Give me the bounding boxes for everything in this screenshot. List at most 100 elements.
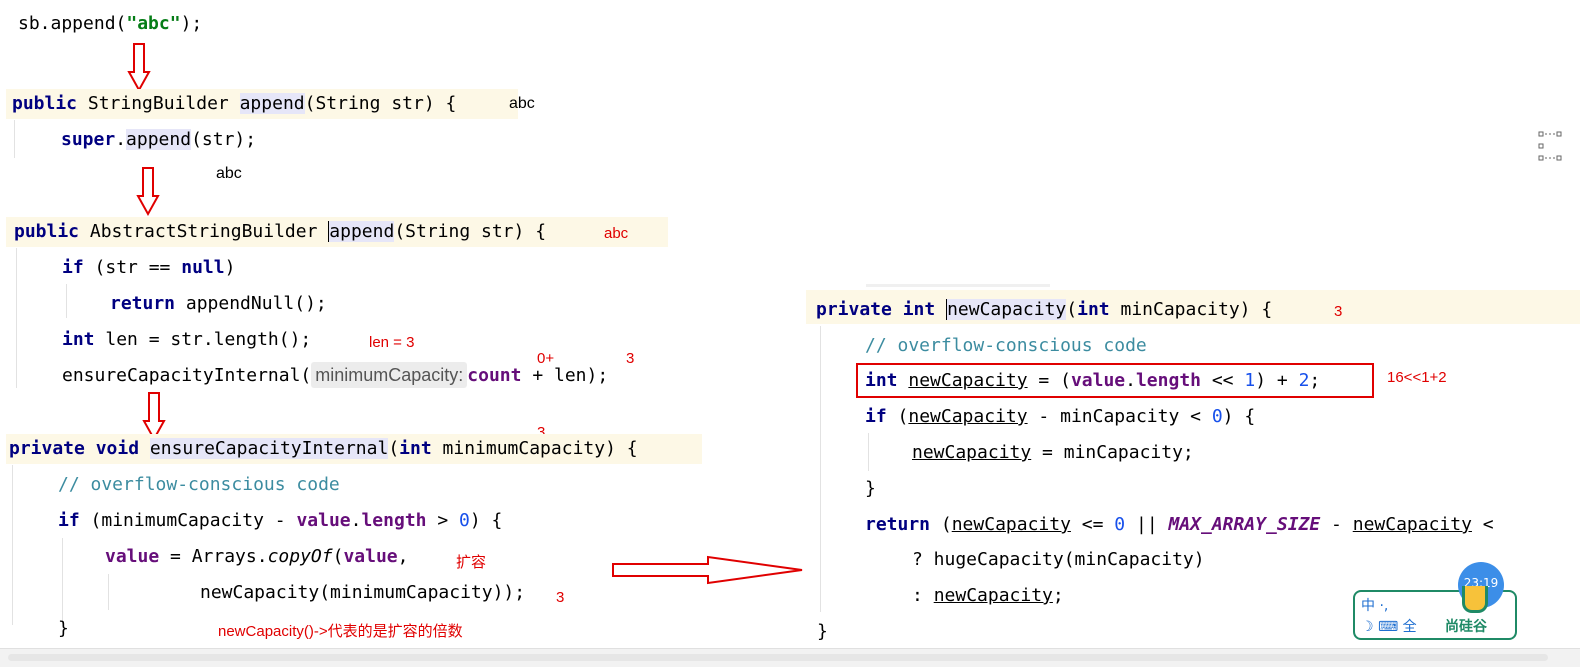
code-token: ||	[1125, 514, 1169, 535]
code-token: ) {	[1222, 406, 1256, 427]
code-number: 1	[1244, 370, 1256, 391]
annotation-abc-2: abc	[216, 165, 242, 182]
code-keyword: super	[61, 129, 116, 150]
code-token: ;	[1052, 585, 1064, 606]
code-token: ) +	[1255, 370, 1299, 391]
code-token: (	[388, 438, 400, 459]
code-field: length	[361, 510, 427, 531]
code-field: length	[1135, 370, 1201, 391]
down-arrow-1	[127, 43, 151, 93]
code-token: (minimumCapacity -	[79, 510, 297, 531]
code-token: ensureCapacityInternal(	[62, 365, 312, 386]
code-field: value	[343, 546, 398, 567]
method-name: newCapacity	[946, 299, 1067, 320]
code-line-ensure-call: ensureCapacityInternal(minimumCapacity: c…	[62, 362, 608, 390]
code-line-if-close: }	[865, 478, 876, 499]
code-keyword: if	[865, 406, 887, 427]
code-line-new-capacity: int newCapacity = (value.length << 1) + …	[865, 367, 1320, 395]
code-token: >	[426, 510, 460, 531]
parameter-hint: minimumCapacity:	[311, 362, 468, 388]
method-name: ensureCapacityInternal	[149, 438, 389, 459]
annotation-min-capacity-right: 3	[1334, 303, 1343, 320]
code-token: = (	[1027, 370, 1071, 391]
code-token: = minCapacity;	[1031, 442, 1194, 463]
code-line-newcapacity-call: newCapacity(minimumCapacity));	[200, 582, 526, 603]
method-name: append	[239, 93, 305, 114]
code-field: value	[1070, 370, 1126, 391]
indent-guide	[16, 248, 17, 388]
code-token: (	[1066, 299, 1078, 320]
code-token: (str);	[191, 129, 257, 150]
fold-marker	[866, 284, 1050, 287]
code-keyword: return	[110, 293, 176, 314]
ime-row-bottom: ☽ ⌨ 全	[1361, 619, 1417, 635]
code-token: - minCapacity <	[1027, 406, 1212, 427]
indent-guide	[868, 433, 869, 471]
code-keyword: if	[62, 257, 84, 278]
method-name: copyOf	[267, 546, 333, 567]
indent-guide	[66, 284, 67, 318]
code-keyword: return	[865, 514, 931, 535]
code-token: len = str.length();	[94, 329, 312, 350]
code-line-len: int len = str.length();	[62, 326, 311, 354]
code-keyword: int	[62, 329, 95, 350]
code-token: .	[115, 129, 127, 150]
horizontal-scrollbar[interactable]	[0, 648, 1580, 667]
code-line-if-right: if (newCapacity - minCapacity < 0) {	[865, 403, 1255, 431]
code-keyword: void	[95, 438, 140, 459]
right-arrow	[612, 555, 803, 585]
code-token: ,	[397, 546, 409, 567]
code-token: appendNull();	[175, 293, 327, 314]
code-line-close: }	[58, 618, 69, 639]
code-token: sb.append(	[18, 13, 127, 34]
code-keyword: public	[12, 93, 78, 114]
code-token: .	[350, 510, 362, 531]
code-token: (String str) {	[394, 221, 547, 242]
code-field: value	[296, 510, 351, 531]
code-line-assign: newCapacity = minCapacity;	[912, 439, 1194, 467]
code-token: <	[1471, 514, 1494, 535]
annotation-newcapacity-meaning: newCapacity()->代表的是扩容的倍数	[218, 623, 463, 640]
code-line-super: super.append(str);	[61, 126, 256, 154]
code-variable: newCapacity	[1352, 514, 1472, 535]
code-comment: // overflow-conscious code	[865, 335, 1147, 356]
annotation-abc-1: abc	[509, 95, 535, 112]
code-line-sig1: public StringBuilder append(String str) …	[12, 90, 456, 118]
code-token: AbstractStringBuilder	[79, 221, 329, 242]
code-token: minimumCapacity) {	[431, 438, 638, 459]
code-token: (	[332, 546, 344, 567]
code-variable: newCapacity	[912, 442, 1032, 463]
brand-label: 尚硅谷	[1445, 619, 1487, 635]
code-token: )	[224, 257, 236, 278]
code-token: (	[886, 406, 909, 427]
scrollbar-thumb[interactable]	[8, 654, 1548, 661]
code-number: 0	[1211, 406, 1223, 427]
code-token: = Arrays.	[159, 546, 268, 567]
code-keyword: private	[9, 438, 85, 459]
indent-guide	[820, 326, 821, 612]
code-field: count	[467, 365, 522, 386]
code-token: ;	[1309, 370, 1321, 391]
code-token: (String str) {	[304, 93, 457, 114]
code-token: );	[180, 13, 203, 34]
code-line-if-capacity: if (minimumCapacity - value.length > 0) …	[58, 507, 502, 535]
resize-handle-icon[interactable]	[1537, 130, 1563, 162]
code-keyword: int	[865, 370, 898, 391]
code-number: 2	[1298, 370, 1310, 391]
code-field: value	[105, 546, 160, 567]
code-line-method-close: }	[817, 621, 828, 642]
code-line-ternary-1: ? hugeCapacity(minCapacity)	[912, 549, 1205, 570]
code-line-copyof: value = Arrays.copyOf(value,	[105, 543, 408, 571]
code-token: minCapacity) {	[1109, 299, 1273, 320]
code-token: .	[1125, 370, 1136, 391]
code-number: 0	[459, 510, 470, 531]
code-keyword: null	[181, 257, 225, 278]
code-keyword: private	[816, 299, 892, 320]
annotation-three: 3	[556, 589, 565, 606]
code-token: <<	[1201, 370, 1245, 391]
annotation-len: len = 3	[369, 334, 415, 351]
